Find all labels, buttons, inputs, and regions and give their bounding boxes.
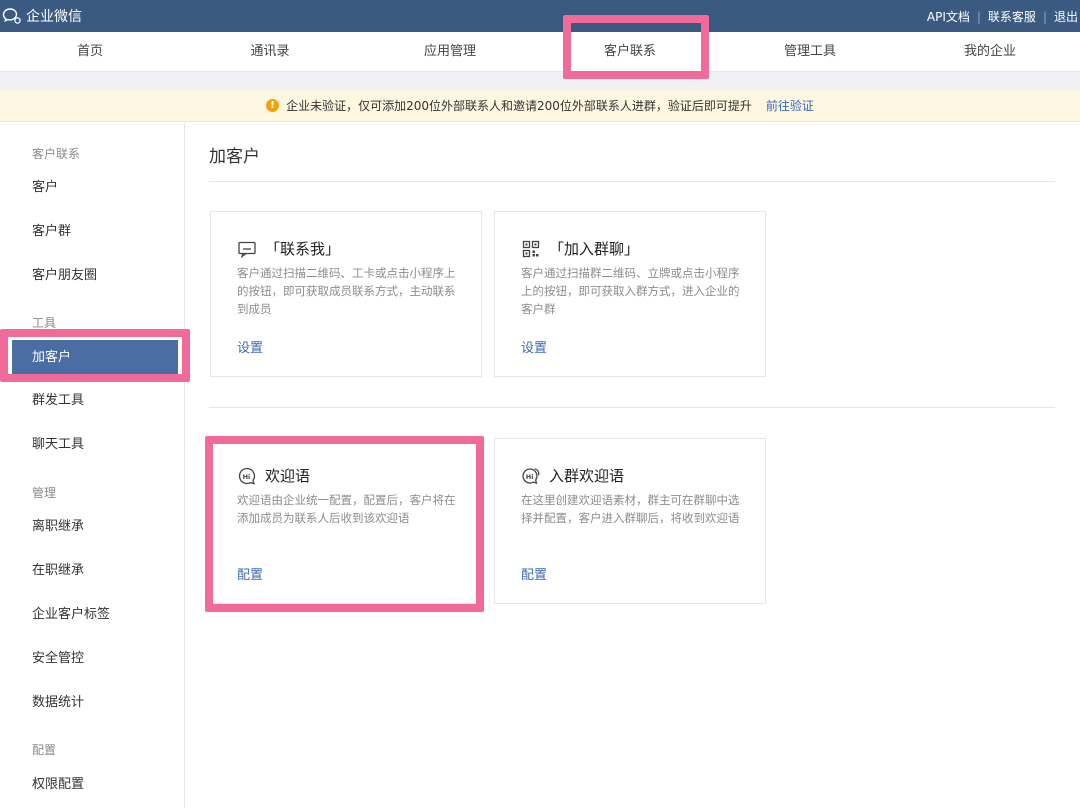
sidebar-item-onjob-transfer[interactable]: 在职继承 bbox=[0, 553, 180, 589]
card-header: Hi 入群欢迎语 bbox=[521, 465, 624, 486]
card-welcome-message: Hi 欢迎语 欢迎语由企业统一配置，配置后，客户将在添加成员为联系人后收到该欢迎… bbox=[210, 438, 482, 604]
warning-icon: ! bbox=[266, 99, 280, 112]
card-description: 欢迎语由企业统一配置，配置后，客户将在添加成员为联系人后收到该欢迎语 bbox=[237, 493, 456, 525]
sidebar-item-chat-tools[interactable]: 聊天工具 bbox=[0, 427, 180, 463]
top-bar: 企业微信 API文档 | 联系客服 | 退出 bbox=[0, 0, 1080, 32]
page-title: 加客户 bbox=[209, 147, 260, 167]
top-links: API文档 | 联系客服 | 退出 bbox=[927, 8, 1078, 25]
nav-home[interactable]: 首页 bbox=[0, 32, 180, 72]
notice-text: 企业未验证，仅可添加200位外部联系人和邀请200位外部联系人进群，验证后即可提… bbox=[286, 99, 752, 113]
qr-code-icon bbox=[522, 240, 540, 257]
sidebar-item-customers[interactable]: 客户 bbox=[0, 170, 180, 206]
nav-my-company[interactable]: 我的企业 bbox=[900, 32, 1080, 72]
verification-notice: ! 企业未验证，仅可添加200位外部联系人和邀请200位外部联系人进群，验证后即… bbox=[0, 90, 1080, 122]
sidebar-item-moments[interactable]: 客户朋友圈 bbox=[0, 258, 180, 294]
sidebar-item-tags[interactable]: 企业客户标签 bbox=[0, 597, 180, 633]
card-description: 客户通过扫描二维码、工卡或点击小程序上的按钮，即可获取成员联系方式，主动联系到成… bbox=[237, 266, 456, 316]
nav-customer-contact[interactable]: 客户联系 bbox=[540, 32, 720, 72]
sidebar-item-add-customer[interactable]: 加客户 bbox=[12, 340, 178, 376]
sidebar-item-customer-groups[interactable]: 客户群 bbox=[0, 214, 180, 250]
card-description: 客户通过扫描群二维码、立牌或点击小程序上的按钮，即可获取入群方式，进入企业的客户… bbox=[521, 266, 740, 316]
card-contact-me: 「联系我」 客户通过扫描二维码、工卡或点击小程序上的按钮，即可获取成员联系方式，… bbox=[210, 211, 482, 377]
nav-contacts[interactable]: 通讯录 bbox=[180, 32, 360, 72]
main-nav: 首页 通讯录 应用管理 客户联系 管理工具 我的企业 bbox=[0, 32, 1080, 72]
sidebar-item-stats[interactable]: 数据统计 bbox=[0, 685, 180, 721]
sidebar-group-config: 配置 bbox=[32, 743, 57, 757]
svg-text:Hi: Hi bbox=[526, 473, 534, 481]
card-header: 「加入群聊」 bbox=[521, 238, 639, 259]
group-welcome-configure-link[interactable]: 配置 bbox=[521, 564, 547, 583]
hi-bubble-icon: Hi bbox=[238, 467, 256, 485]
card-title: 欢迎语 bbox=[265, 467, 311, 485]
sidebar-item-permissions[interactable]: 权限配置 bbox=[0, 767, 180, 803]
verify-link[interactable]: 前往验证 bbox=[766, 97, 814, 114]
logout-link[interactable]: 退出 bbox=[1054, 8, 1078, 25]
brand[interactable]: 企业微信 bbox=[2, 6, 82, 26]
card-group-welcome-message: Hi 入群欢迎语 在这里创建欢迎语素材，群主可在群聊中选择并配置，客户进入群聊后… bbox=[494, 438, 766, 604]
card-header: Hi 欢迎语 bbox=[237, 465, 310, 486]
nav-shadow-strip bbox=[0, 72, 1080, 90]
svg-text:Hi: Hi bbox=[243, 473, 251, 481]
separator: | bbox=[976, 9, 981, 24]
card-header: 「联系我」 bbox=[237, 238, 340, 259]
sidebar-group-customer: 客户联系 bbox=[32, 147, 81, 161]
card-join-group: 「加入群聊」 客户通过扫描群二维码、立牌或点击小程序上的按钮，即可获取入群方式，… bbox=[494, 211, 766, 377]
welcome-configure-link[interactable]: 配置 bbox=[237, 564, 263, 583]
separator: | bbox=[1042, 9, 1047, 24]
section-divider bbox=[209, 407, 1055, 408]
hi-group-bubble-icon: Hi bbox=[522, 467, 540, 484]
card-title: 入群欢迎语 bbox=[549, 467, 625, 485]
sidebar-item-resign-transfer[interactable]: 离职继承 bbox=[0, 509, 180, 545]
sidebar-item-security[interactable]: 安全管控 bbox=[0, 641, 180, 677]
sidebar: 客户联系 客户 客户群 客户朋友圈 工具 加客户 群发工具 聊天工具 管理 离职… bbox=[0, 123, 185, 808]
chat-bubble-icon bbox=[238, 241, 256, 258]
app-title: 企业微信 bbox=[26, 9, 82, 25]
wework-logo-icon bbox=[2, 8, 21, 24]
sidebar-group-tools: 工具 bbox=[32, 316, 57, 330]
card-description: 在这里创建欢迎语素材，群主可在群聊中选择并配置，客户进入群聊后，将收到欢迎语 bbox=[521, 493, 740, 525]
title-divider bbox=[209, 181, 1055, 182]
join-group-settings-link[interactable]: 设置 bbox=[521, 337, 547, 356]
card-title: 「加入群聊」 bbox=[549, 240, 640, 258]
nav-management-tools[interactable]: 管理工具 bbox=[720, 32, 900, 72]
sidebar-item-mass-send[interactable]: 群发工具 bbox=[0, 383, 180, 419]
sidebar-group-manage: 管理 bbox=[32, 486, 57, 500]
api-docs-link[interactable]: API文档 bbox=[927, 8, 970, 25]
nav-app-management[interactable]: 应用管理 bbox=[360, 32, 540, 72]
card-title: 「联系我」 bbox=[265, 240, 341, 258]
contact-support-link[interactable]: 联系客服 bbox=[988, 8, 1036, 25]
contact-me-settings-link[interactable]: 设置 bbox=[237, 337, 263, 356]
